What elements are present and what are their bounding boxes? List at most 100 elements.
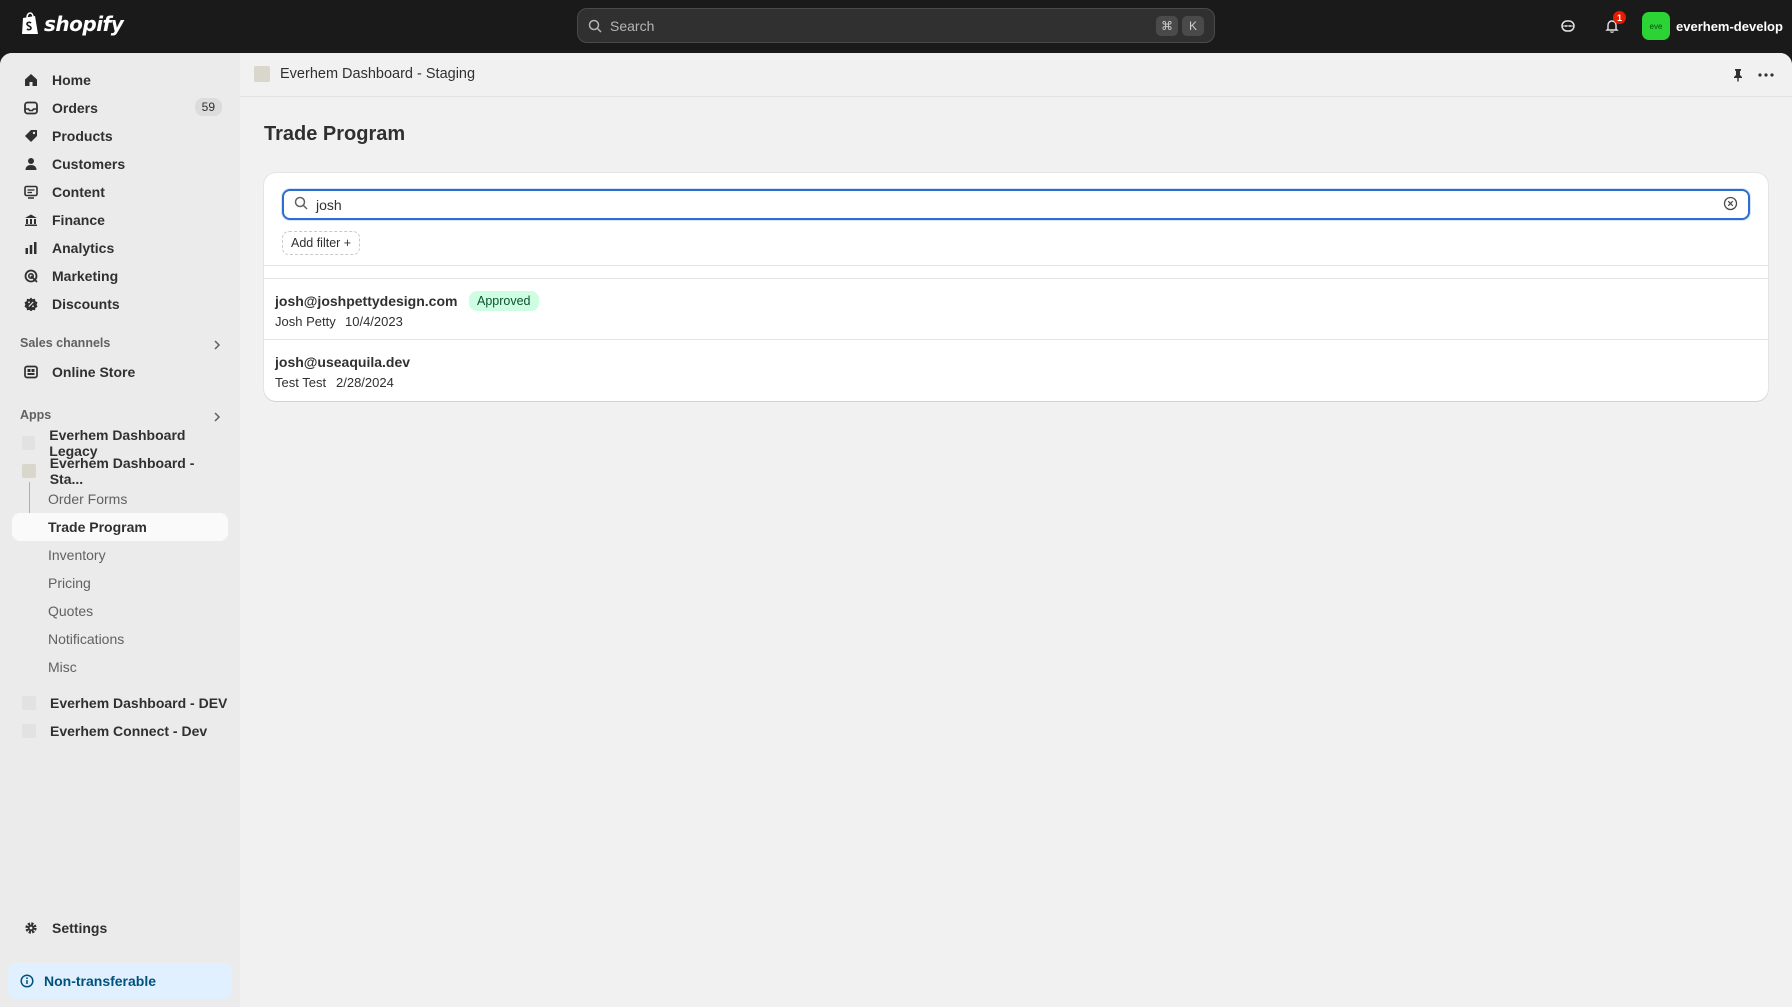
sidebar-item-label: Everhem Dashboard - DEV <box>50 695 228 711</box>
sidebar-item-content[interactable]: Content <box>12 178 228 206</box>
sidebar-item-orders[interactable]: Orders 59 <box>12 94 228 122</box>
add-filter-button[interactable]: Add filter + <box>282 231 361 255</box>
sidebar-item-label: Orders <box>52 100 98 116</box>
discount-icon <box>22 295 40 313</box>
chevron-right-icon[interactable] <box>212 410 222 426</box>
main-content: Everhem Dashboard - Staging Trade Progra… <box>240 53 1792 1007</box>
customer-date: 2/28/2024 <box>336 375 394 390</box>
app-icon <box>22 696 36 710</box>
sidebar-item-label: Pricing <box>48 575 91 591</box>
shortcut-key-cmd: ⌘ <box>1156 15 1178 36</box>
customer-date: 10/4/2023 <box>345 314 403 329</box>
app-icon <box>22 436 36 450</box>
tag-icon <box>22 127 40 145</box>
app-title: Everhem Dashboard - Staging <box>280 66 476 82</box>
sidebar-item-label: Quotes <box>48 603 94 619</box>
non-transferable-banner[interactable]: Non-transferable <box>8 963 232 999</box>
shopify-logo[interactable]: shopify <box>20 12 124 36</box>
table-row[interactable]: josh@useaquila.dev Test Test 2/28/2024 <box>264 339 1768 399</box>
sidebar-item-label: Analytics <box>52 240 115 256</box>
customer-email[interactable]: josh@joshpettydesign.com <box>275 293 457 309</box>
sidebar-app-everhem-connect[interactable]: Everhem Connect - Dev <box>12 717 228 745</box>
shopify-wordmark: shopify <box>44 12 124 36</box>
table-row[interactable]: josh@joshpettydesign.com Approved Josh P… <box>264 278 1768 338</box>
shortcut-key-k: K <box>1182 15 1204 36</box>
more-options-icon[interactable] <box>1756 65 1776 85</box>
person-icon <box>22 155 40 173</box>
sidebar-item-online-store[interactable]: Online Store <box>12 358 228 386</box>
sidebar-subitem-order-forms[interactable]: Order Forms <box>12 485 228 513</box>
sidebar-item-label: Trade Program <box>48 519 147 535</box>
store-avatar: eve <box>1642 12 1670 40</box>
sidebar-app-everhem-staging[interactable]: Everhem Dashboard - Sta... <box>12 455 228 487</box>
add-filter-label: Add filter + <box>291 236 352 250</box>
info-icon <box>20 974 34 988</box>
customer-name: Test Test <box>275 375 327 390</box>
sidebar-item-label: Settings <box>52 920 108 936</box>
clear-search-icon[interactable] <box>1723 196 1738 214</box>
sidebar-item-discounts[interactable]: Discounts <box>12 290 228 318</box>
bar-chart-icon <box>22 239 40 257</box>
app-icon <box>22 464 36 478</box>
sidebar-item-marketing[interactable]: Marketing <box>12 262 228 290</box>
sidebar-item-label: Finance <box>52 212 105 228</box>
sidebar-subitem-notifications[interactable]: Notifications <box>12 625 228 653</box>
customer-email[interactable]: josh@useaquila.dev <box>275 354 410 370</box>
sidekick-icon[interactable] <box>1556 14 1580 38</box>
app-icon <box>22 724 36 738</box>
notifications-bell-icon[interactable]: 1 <box>1600 11 1626 38</box>
sidebar-item-label: Misc <box>48 659 77 675</box>
bank-icon <box>22 211 40 229</box>
sidebar-item-label: Inventory <box>48 547 106 563</box>
divider <box>264 265 1768 266</box>
store-switcher[interactable]: eve everhem-develop <box>1642 12 1783 40</box>
sidebar-item-home[interactable]: Home <box>12 66 228 94</box>
non-transferable-label: Non-transferable <box>44 973 157 989</box>
app-header: Everhem Dashboard - Staging <box>240 53 1792 97</box>
sidebar-item-products[interactable]: Products <box>12 122 228 150</box>
sidebar-item-label: Everhem Dashboard - Sta... <box>49 455 195 487</box>
trade-program-card: josh Add filter + josh@joshpettydesign.c… <box>264 173 1768 401</box>
sidebar-subitem-quotes[interactable]: Quotes <box>12 597 228 625</box>
customer-search-input[interactable]: josh <box>282 189 1750 220</box>
sidebar-item-label: Customers <box>52 156 126 172</box>
sidebar-subitem-trade-program[interactable]: Trade Program <box>12 513 228 541</box>
sidebar-app-everhem-legacy[interactable]: Everhem Dashboard Legacy <box>12 427 228 459</box>
search-icon <box>294 196 308 213</box>
sidebar-item-label: Online Store <box>52 364 136 380</box>
app-icon <box>254 66 270 82</box>
sidebar-item-settings[interactable]: Settings <box>12 914 228 942</box>
global-search[interactable]: Search ⌘ K <box>577 8 1215 43</box>
sidebar-item-label: Order Forms <box>48 491 128 507</box>
orders-count-badge: 59 <box>194 98 222 116</box>
chevron-right-icon[interactable] <box>212 338 222 354</box>
shopify-bag-icon <box>22 12 38 34</box>
sidebar-item-label: Notifications <box>48 631 125 647</box>
sidebar-item-label: Home <box>52 72 91 88</box>
home-icon <box>22 71 40 89</box>
apps-heading[interactable]: Apps <box>20 408 51 422</box>
page-title: Trade Program <box>264 123 406 145</box>
sidebar-app-everhem-dev[interactable]: Everhem Dashboard - DEV <box>12 689 228 717</box>
gear-icon <box>22 919 40 937</box>
status-badge: Approved <box>469 291 539 311</box>
store-name: everhem-develop <box>1676 18 1783 34</box>
sidebar-item-analytics[interactable]: Analytics <box>12 234 228 262</box>
sidebar-subitem-inventory[interactable]: Inventory <box>12 541 228 569</box>
sidebar-item-customers[interactable]: Customers <box>12 150 228 178</box>
sidebar-subitem-misc[interactable]: Misc <box>12 653 228 681</box>
search-icon <box>588 19 602 33</box>
sidebar-subitem-pricing[interactable]: Pricing <box>12 569 228 597</box>
sidebar-item-label: Discounts <box>52 296 120 312</box>
admin-shell: Home Orders 59 Products Customers Conten… <box>0 53 1792 1007</box>
sidebar-item-finance[interactable]: Finance <box>12 206 228 234</box>
sales-channels-heading[interactable]: Sales channels <box>20 336 110 350</box>
sidebar-item-label: Content <box>52 184 105 200</box>
content-icon <box>22 183 40 201</box>
target-icon <box>22 267 40 285</box>
sidebar-item-label: Everhem Connect - Dev <box>50 723 208 739</box>
pin-icon[interactable] <box>1728 65 1748 85</box>
orders-icon <box>22 99 40 117</box>
sidebar: Home Orders 59 Products Customers Conten… <box>0 53 240 1007</box>
search-placeholder: Search <box>610 17 655 34</box>
